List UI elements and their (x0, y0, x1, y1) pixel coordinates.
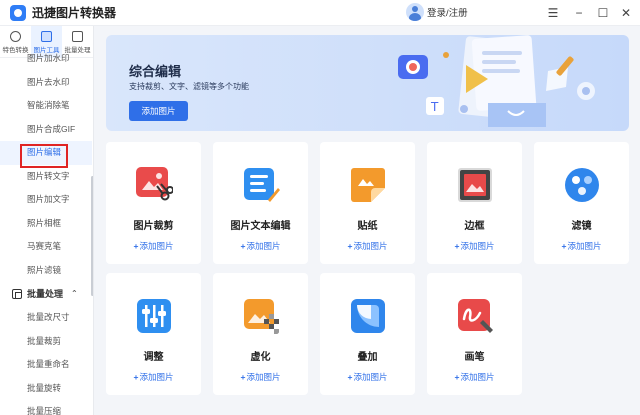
sidebar-item-batch-resize[interactable]: 批量改尺寸 (0, 306, 92, 330)
tool-card-sticker[interactable]: 贴纸 +添加图片 (320, 142, 415, 264)
card-title: 画笔 (464, 352, 485, 363)
sidebar-item-photo-frame[interactable]: 照片相框 (0, 212, 92, 236)
tool-card-crop[interactable]: 图片裁剪 +添加图片 (106, 142, 201, 264)
text-edit-icon (244, 168, 280, 202)
card-title: 叠加 (357, 352, 378, 363)
minimize-icon[interactable]: − (570, 4, 588, 22)
card-title: 图片文本编辑 (230, 221, 291, 232)
banner-title: 综合编辑 (129, 64, 182, 79)
sidebar-item-batch-compress[interactable]: 批量压缩 (0, 400, 92, 415)
card-add-image-link[interactable]: +添加图片 (106, 240, 201, 252)
card-title: 图片裁剪 (133, 221, 174, 232)
sidebar-item-batch-crop[interactable]: 批量裁剪 (0, 330, 92, 354)
banner-illustration: T (398, 35, 595, 127)
sidebar-scrollbar[interactable] (91, 176, 93, 296)
card-add-image-link[interactable]: +添加图片 (106, 371, 201, 383)
blur-icon (244, 299, 279, 334)
login-button[interactable]: 登录/注册 (406, 3, 468, 21)
convert-icon (10, 30, 21, 42)
sidebar: 特色转换 图片工具 批量处理 图片加水印 图片去水印 智能消除笔 图片合成GIF… (0, 26, 94, 415)
card-title: 贴纸 (357, 221, 378, 232)
login-label: 登录/注册 (427, 8, 468, 19)
tool-card-text-edit[interactable]: 图片文本编辑 +添加图片 (213, 142, 308, 264)
sidebar-item-batch-rotate[interactable]: 批量旋转 (0, 377, 92, 401)
section-label: 批量处理 (27, 289, 64, 299)
card-add-image-link[interactable]: +添加图片 (213, 371, 308, 383)
app-title: 迅捷图片转换器 (32, 6, 117, 20)
tool-card-blur[interactable]: 虚化 +添加图片 (213, 273, 308, 395)
overlay-icon (351, 299, 385, 333)
frame-icon (458, 168, 492, 202)
feature-banner: 综合编辑 支持裁剪、文字、滤镜等多个功能 添加图片 T (106, 35, 629, 131)
banner-subtitle: 支持裁剪、文字、滤镜等多个功能 (129, 82, 249, 91)
sidebar-item-add-watermark[interactable]: 图片加水印 (0, 47, 92, 71)
menu-icon[interactable]: ☰ (544, 4, 562, 22)
sidebar-item-gif[interactable]: 图片合成GIF (0, 118, 92, 142)
tool-card-frame[interactable]: 边框 +添加图片 (427, 142, 522, 264)
sidebar-item-remove-watermark[interactable]: 图片去水印 (0, 71, 92, 95)
maximize-icon[interactable]: ☐ (594, 4, 612, 22)
sidebar-nav: 图片加水印 图片去水印 智能消除笔 图片合成GIF 图片编辑 图片转文字 图片加… (0, 47, 92, 415)
card-add-image-link[interactable]: +添加图片 (320, 371, 415, 383)
crop-icon (136, 167, 173, 201)
adjust-icon (137, 299, 171, 333)
filter-icon (565, 168, 599, 202)
tool-card-filter[interactable]: 滤镜 +添加图片 (534, 142, 629, 264)
card-title: 滤镜 (571, 221, 592, 232)
card-add-image-link[interactable]: +添加图片 (320, 240, 415, 252)
close-icon[interactable]: ✕ (617, 4, 635, 22)
banner-add-image-button[interactable]: 添加图片 (129, 101, 188, 121)
tool-card-adjust[interactable]: 调整 +添加图片 (106, 273, 201, 395)
card-add-image-link[interactable]: +添加图片 (534, 240, 629, 252)
sidebar-item-batch-rename[interactable]: 批量重命名 (0, 353, 92, 377)
sidebar-item-image-edit[interactable]: 图片编辑 (0, 141, 92, 165)
sidebar-item-photo-filter[interactable]: 照片滤镜 (0, 259, 92, 283)
sidebar-item-add-text[interactable]: 图片加文字 (0, 188, 92, 212)
avatar-icon (406, 3, 424, 21)
sticker-icon (351, 168, 385, 202)
title-bar: 迅捷图片转换器 登录/注册 ☰ − ☐ ✕ (0, 0, 640, 26)
sidebar-item-image-to-text[interactable]: 图片转文字 (0, 165, 92, 189)
card-title: 边框 (464, 221, 485, 232)
card-add-image-link[interactable]: +添加图片 (427, 371, 522, 383)
chevron-up-icon: ⌃ (71, 289, 78, 298)
brush-icon (458, 299, 493, 333)
tool-card-overlay[interactable]: 叠加 +添加图片 (320, 273, 415, 395)
batch-icon (72, 30, 83, 42)
sidebar-item-smart-eraser[interactable]: 智能消除笔 (0, 94, 92, 118)
svg-text:T: T (430, 100, 439, 114)
card-title: 调整 (143, 352, 164, 363)
tool-card-brush[interactable]: 画笔 +添加图片 (427, 273, 522, 395)
card-add-image-link[interactable]: +添加图片 (427, 240, 522, 252)
app-logo-icon (10, 4, 26, 21)
sidebar-section-batch[interactable]: 批量处理 ⌃ (0, 282, 92, 306)
image-tool-icon (41, 30, 52, 42)
sidebar-item-mosaic[interactable]: 马赛克笔 (0, 235, 92, 259)
batch-section-icon (12, 289, 22, 299)
card-add-image-link[interactable]: +添加图片 (213, 240, 308, 252)
card-title: 虚化 (250, 352, 271, 363)
